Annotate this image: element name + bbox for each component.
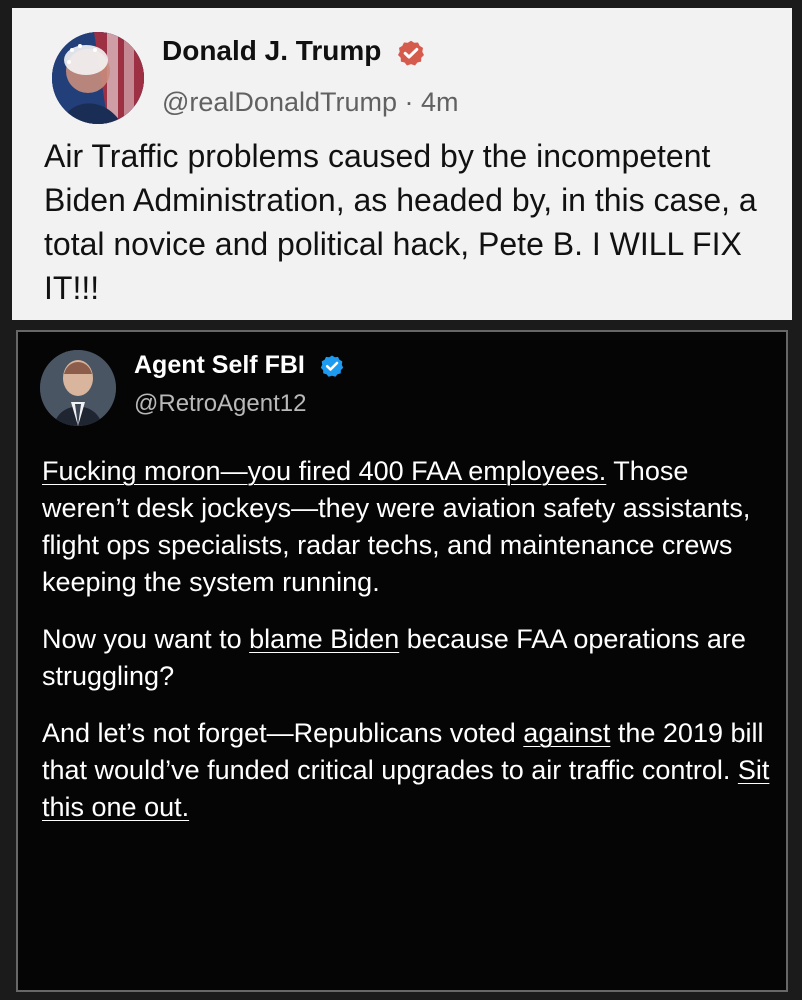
top-post-handle[interactable]: @realDonaldTrump: [162, 87, 397, 117]
bottom-post-body: Fucking moron—you fired 400 FAA employee…: [42, 453, 774, 826]
paragraph-2-before: Now you want to: [42, 624, 250, 654]
reply-paragraph-2: Now you want to blame Biden because FAA …: [42, 621, 774, 695]
post-time[interactable]: 4m: [421, 87, 459, 117]
american-flag-portrait-avatar[interactable]: [52, 32, 144, 124]
verified-badge-icon: [320, 354, 344, 378]
underlined-against: against: [523, 718, 611, 748]
paragraph-3-before: And let’s not forget—Republicans voted: [42, 718, 524, 748]
underlined-opening-sentence: Fucking moron—you fired 400 FAA employee…: [42, 456, 607, 486]
reply-paragraph-1: Fucking moron—you fired 400 FAA employee…: [42, 453, 774, 601]
bottom-post-card: Agent Self FBI @RetroAgent12 Fucking mor…: [16, 330, 788, 992]
top-post-meta: @realDonaldTrump · 4m: [162, 87, 459, 118]
american-flag-portrait-avatar-graphic: [52, 32, 144, 124]
bottom-post-handle[interactable]: @RetroAgent12: [134, 390, 306, 418]
man-in-suit-avatar[interactable]: [40, 350, 116, 426]
meta-separator: ·: [404, 87, 414, 117]
bottom-post-author-row: Agent Self FBI: [134, 351, 344, 380]
top-post-author-row: Donald J. Trump: [162, 35, 425, 67]
underlined-blame-biden: blame Biden: [249, 624, 400, 654]
man-in-suit-avatar-graphic: [40, 350, 116, 426]
top-post-text: Air Traffic problems caused by the incom…: [44, 138, 757, 306]
top-post-card: Donald J. Trump @realDonaldTrump · 4m Ai…: [12, 8, 792, 320]
top-post-author-name[interactable]: Donald J. Trump: [162, 35, 381, 66]
verified-badge-icon: [397, 39, 425, 67]
bottom-post-author-name[interactable]: Agent Self FBI: [134, 351, 305, 379]
reply-paragraph-3: And let’s not forget—Republicans voted a…: [42, 715, 774, 826]
